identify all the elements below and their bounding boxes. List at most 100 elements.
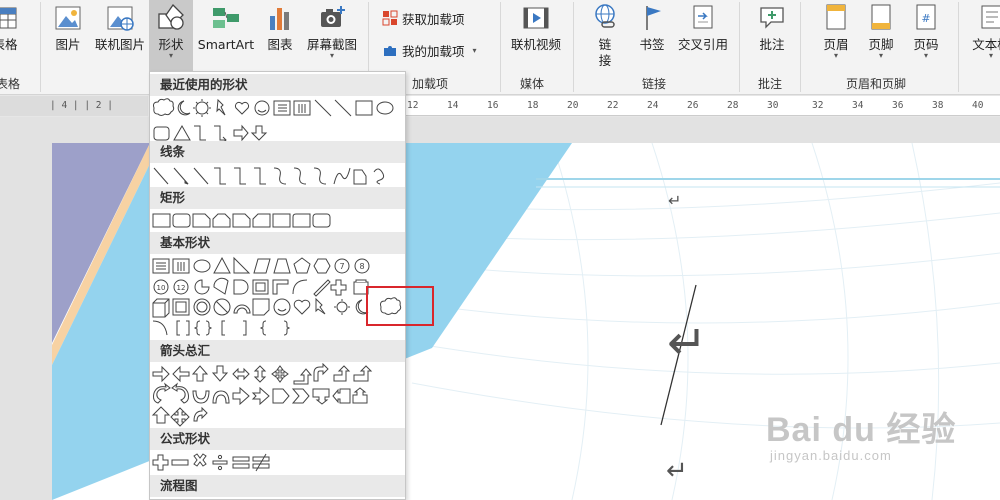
block-arrows-grid [151,363,373,427]
equation-shapes-grid [152,453,270,472]
textbox-label: 文本框 [972,37,1000,52]
online-video-icon [523,7,549,29]
online-picture-icon [107,6,134,31]
get-addins-label: 获取加载项 [402,11,465,27]
ruler-tick: 38 [932,100,944,111]
smartart-button[interactable]: SmartArt [196,0,256,70]
footer-label: 页脚 [868,37,894,52]
ruler-tick: 40 [972,100,984,111]
section-rectangles: 矩形 [150,187,405,209]
link-icon [595,4,615,28]
link-button[interactable]: 链接 [585,0,625,70]
ruler-tick: 14 [447,100,459,111]
chart-label: 图表 [267,37,293,52]
table-label: 表格 [0,37,18,52]
sun-shape [195,101,209,115]
online-picture-button[interactable]: 联机图片 [92,0,148,70]
table-icon [0,7,17,29]
heart-shape [234,101,250,115]
bookmark-icon [646,6,661,30]
ruler-tick: 18 [527,100,539,111]
store-icon [382,10,398,26]
group-label-tables: 表格 [0,77,21,91]
page-number-dropdown-arrow: ▾ [923,51,928,60]
ruler-tick: 32 [812,100,824,111]
table-button[interactable]: 表格 [0,0,22,70]
horizontal-ruler[interactable]: 12 14 16 18 20 22 24 26 28 30 32 34 36 3… [405,96,1000,116]
cross-reference-label: 交叉引用 [677,37,728,52]
ruler-tick: 24 [647,100,659,111]
smartart-icon [213,8,239,28]
ruler-tick: 34 [852,100,864,111]
elbow-connector [194,125,206,141]
textbox-icon [981,5,1000,29]
highlight-box [366,286,434,326]
paragraph-mark-large: ↵ [667,315,708,371]
footer-button[interactable]: 页脚 ▾ [861,0,901,70]
header-icon [826,4,846,30]
online-video-button[interactable]: 联机视频 [505,0,567,70]
paragraph-mark: ↵ [666,456,688,486]
footer-icon [871,4,891,30]
get-addins-button[interactable]: 获取加载项 [382,6,465,30]
ruler-tick: 22 [607,100,619,111]
ruler-tick: 36 [892,100,904,111]
section-basic-shapes: 基本形状 [150,232,405,254]
group-label-addins: 加载项 [412,77,449,91]
link-label-1: 链接 [598,37,612,68]
my-addins-dropdown-arrow: ▾ [472,45,477,55]
bookmark-label: 书签 [639,37,665,52]
picture-button[interactable]: 图片 [50,0,86,70]
recent-shapes-grid [153,98,394,144]
header-dropdown-arrow: ▾ [833,51,838,60]
oval-shape [376,101,394,115]
textbox-dropdown-arrow: ▾ [988,51,993,60]
cross-reference-icon [693,5,713,29]
picture-label: 图片 [55,37,81,52]
paragraph-mark: ↵ [668,191,682,210]
shapes-dropdown-arrow: ▾ [168,51,173,60]
cross-reference-button[interactable]: 交叉引用 [674,0,732,70]
ruler-left: | 4 | | 2 | [0,96,148,116]
rounded-rectangle-shape [153,126,170,141]
ruler-tick: 30 [767,100,779,111]
bookmark-button[interactable]: 书签 [632,0,672,70]
svg-text:7: 7 [339,262,344,271]
chart-button[interactable]: 图表 [262,0,298,70]
ruler-tick: 12 [407,100,419,111]
watermark-main: Bai du 经验 [766,411,957,449]
ruler-tick: 16 [487,100,499,111]
smiley-shape [254,100,270,116]
ruler-tick: 26 [687,100,699,111]
group-label-media: 媒体 [520,77,545,91]
line-shape [314,99,332,117]
cloud-shape [153,98,175,116]
group-label-comments: 批注 [758,77,783,91]
addin-puzzle-icon [384,46,396,56]
header-button[interactable]: 页眉 ▾ [816,0,856,70]
page-number-button[interactable]: # 页码 ▾ [906,0,946,70]
textbox-button[interactable]: 文本框 ▾ [966,0,1000,70]
section-flowchart: 流程图 [150,475,405,497]
screenshot-label: 屏幕截图 [306,37,357,52]
section-recent-shapes: 最近使用的形状 [150,74,405,96]
group-label-links: 链接 [642,77,667,91]
screenshot-button[interactable]: 屏幕截图 ▾ [302,0,362,70]
online-video-label: 联机视频 [510,37,561,52]
svg-text:#: # [921,12,930,25]
smartart-label: SmartArt [197,37,255,52]
svg-text:8: 8 [359,262,364,271]
comment-label: 批注 [759,37,785,52]
shapes-button[interactable]: 形状 ▾ [149,0,193,71]
down-arrow-shape [250,125,268,141]
picture-icon [55,6,81,30]
shapes-icon [158,3,184,30]
right-arrow-shape [233,124,249,142]
chart-icon [270,8,289,30]
svg-text:12: 12 [177,284,186,292]
new-comment-button[interactable]: 批注 [752,0,792,70]
svg-text:10: 10 [157,284,166,292]
my-addins-button[interactable]: 我的加载项 ▾ [382,38,477,62]
ruler-tick: 20 [567,100,579,111]
watermark-sub: jingyan.baidu.com [770,448,892,463]
